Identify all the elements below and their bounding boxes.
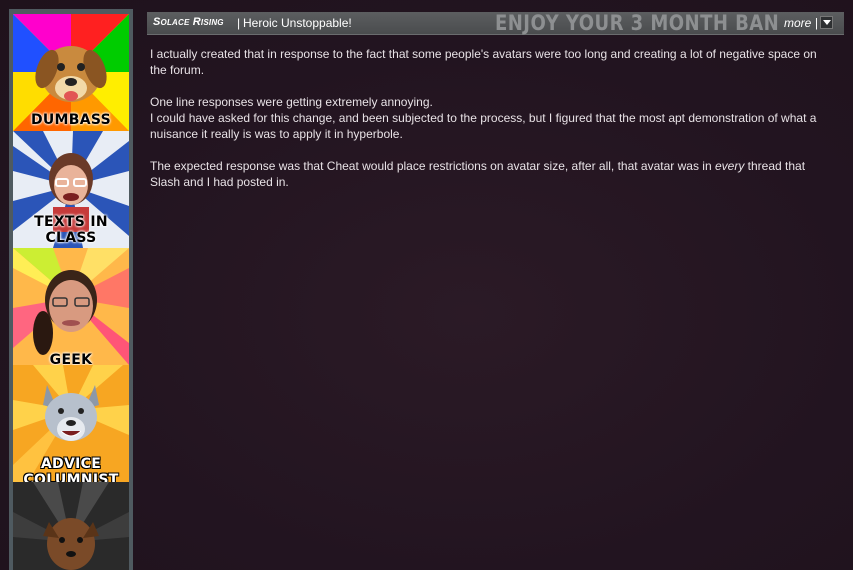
avatar-caption-1: DUMBASS bbox=[30, 112, 112, 128]
ban-banner: ENJOY YOUR 3 MONTH BAN bbox=[495, 11, 780, 35]
avatar-panel-texts-in-class: TEXTS IN CLASS bbox=[13, 131, 129, 248]
user-avatar[interactable]: DUMBASS TEXTS IN CLASS GEEK ADVICE COLUM… bbox=[9, 9, 133, 570]
post-header-bar: Solace Rising | Heroic Unstoppable! ENJO… bbox=[147, 11, 844, 35]
post-body: I actually created that in response to t… bbox=[150, 46, 830, 206]
avatar-panel-geek: GEEK bbox=[13, 248, 129, 365]
chevron-down-icon bbox=[823, 20, 831, 25]
avatar-panel-advice-columnist: ADVICE COLUMNIST bbox=[13, 365, 129, 482]
avatar-caption-4: ADVICE COLUMNIST bbox=[23, 456, 119, 482]
emphasis-every: every bbox=[714, 159, 745, 173]
avatar-panel-dumbass: DUMBASS bbox=[13, 14, 129, 131]
user-title: Heroic Unstoppable! bbox=[243, 16, 352, 30]
post-paragraph-2: One line responses were getting extremel… bbox=[150, 95, 433, 109]
header-separator: | bbox=[237, 16, 241, 30]
post-paragraph-4: The expected response was that Cheat wou… bbox=[150, 159, 806, 189]
avatar-caption-2: TEXTS IN CLASS bbox=[34, 214, 108, 246]
more-dropdown-button[interactable] bbox=[820, 16, 833, 29]
post-paragraph-3: I could have asked for this change, and … bbox=[150, 111, 817, 141]
more-link[interactable]: more | bbox=[784, 16, 818, 30]
avatar-panel-dog bbox=[13, 482, 129, 570]
username-link[interactable]: Solace Rising bbox=[153, 16, 224, 28]
avatar-caption-3: GEEK bbox=[49, 352, 93, 365]
post-paragraph-1: I actually created that in response to t… bbox=[150, 47, 817, 77]
